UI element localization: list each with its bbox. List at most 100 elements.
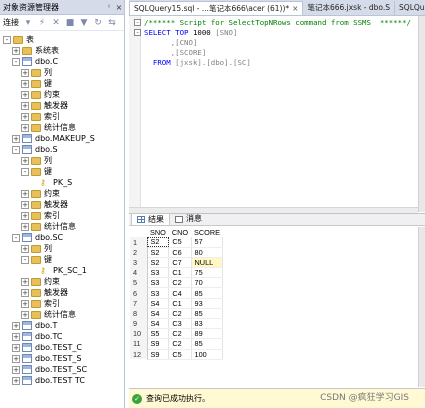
tree-node[interactable]: + 约束 — [0, 276, 60, 287]
table-cell[interactable]: 80 — [191, 247, 224, 258]
expand-icon[interactable]: + — [21, 244, 29, 253]
table-cell[interactable]: 93 — [191, 298, 224, 309]
tree-node[interactable]: + 约束 — [0, 188, 60, 199]
expand-icon[interactable]: + — [21, 189, 29, 198]
expand-icon[interactable]: + — [12, 365, 20, 374]
tree-node[interactable]: + 触发器 — [0, 100, 68, 111]
collapse-icon[interactable]: - — [21, 255, 29, 264]
table-cell[interactable]: 85 — [191, 308, 224, 320]
tab-dbo-s[interactable]: 笔记本666.jxsk - dbo.S — [303, 1, 396, 15]
expand-icon[interactable]: + — [12, 343, 20, 352]
table-row[interactable]: 3 S2 C7 NULL — [130, 257, 224, 269]
table-cell[interactable]: 85 — [191, 338, 224, 350]
refresh-icon[interactable]: ↻ — [93, 18, 103, 28]
tree-node[interactable]: + 列 — [0, 243, 52, 254]
stop-icon[interactable]: ■ — [65, 18, 75, 28]
tree-node[interactable]: + dbo.TEST_S — [0, 353, 81, 364]
tree-node[interactable]: + dbo.TC — [0, 331, 62, 342]
editor-vertical-scrollbar[interactable] — [418, 16, 425, 212]
collapse-icon[interactable]: - — [21, 167, 29, 176]
tree-node[interactable]: ⚷ PK_S — [0, 177, 72, 188]
expand-icon[interactable]: + — [12, 376, 20, 385]
table-cell[interactable]: S9 — [147, 349, 170, 360]
sql-editor[interactable]: - - /****** Script for SelectTopNRows co… — [129, 16, 418, 212]
tree-node[interactable]: ⚷ PK_SC_1 — [0, 265, 87, 276]
tree-node[interactable]: + 索引 — [0, 298, 60, 309]
tree-node[interactable]: + 统计信息 — [0, 309, 76, 320]
table-row[interactable]: 4 S3 C1 75 — [130, 267, 224, 279]
close-icon[interactable]: × — [114, 3, 124, 12]
collapse-icon[interactable]: - — [3, 35, 11, 44]
expand-icon[interactable]: + — [21, 101, 29, 110]
results-vertical-scrollbar[interactable] — [418, 227, 425, 387]
table-cell[interactable]: C5 — [168, 349, 192, 360]
table-cell[interactable]: C3 — [168, 318, 192, 330]
column-header[interactable]: CNO — [168, 227, 192, 237]
expand-icon[interactable]: + — [12, 354, 20, 363]
table-row[interactable]: 1 S2 C5 57 — [130, 237, 224, 248]
close-icon[interactable]: × — [292, 4, 298, 13]
table-row[interactable]: 7 S4 C1 93 — [130, 298, 224, 309]
table-cell[interactable]: S5 — [147, 328, 170, 340]
table-row[interactable]: 12 S9 C5 100 — [130, 349, 224, 360]
results-grid[interactable]: SNO CNO SCORE 1 S2 C5 57 2 S2 C6 80 3 S2 C7 NULL 4 S3 C1… — [129, 227, 418, 387]
table-cell[interactable]: C1 — [168, 298, 192, 309]
table-cell[interactable]: C2 — [168, 328, 192, 340]
expand-icon[interactable]: + — [12, 46, 20, 55]
tree-node[interactable]: + dbo.TEST_SC — [0, 364, 87, 375]
expand-icon[interactable]: + — [21, 79, 29, 88]
connect-dropdown-icon[interactable]: ▾ — [23, 18, 33, 28]
fold-toggle-icon[interactable]: - — [134, 29, 141, 36]
tree-node[interactable]: + dbo.TEST TC — [0, 375, 85, 386]
tree-node[interactable]: - dbo.SC — [0, 232, 63, 243]
table-cell[interactable]: S3 — [147, 287, 170, 299]
expand-icon[interactable]: + — [21, 123, 29, 132]
expand-icon[interactable]: + — [21, 222, 29, 231]
tab-sqlquery10[interactable]: SQLQuery10.sql - ... — [395, 1, 425, 15]
table-cell[interactable]: S2 — [147, 247, 170, 258]
tree-node[interactable]: + 索引 — [0, 111, 60, 122]
table-cell[interactable]: S2 — [147, 237, 170, 248]
table-cell[interactable]: 89 — [191, 328, 224, 340]
table-row[interactable]: 10 S5 C2 89 — [130, 328, 224, 340]
tab-results[interactable]: 结果 — [131, 213, 170, 225]
table-cell[interactable]: NULL — [191, 257, 224, 269]
table-cell[interactable]: C4 — [168, 287, 192, 299]
collapse-icon[interactable]: - — [12, 57, 20, 66]
table-cell[interactable]: S3 — [147, 267, 170, 279]
tree-node[interactable]: + 触发器 — [0, 199, 68, 210]
disconnect-icon[interactable]: ✕ — [51, 18, 61, 28]
table-cell[interactable]: 100 — [191, 349, 224, 360]
table-cell[interactable]: C1 — [168, 267, 192, 279]
pin-icon[interactable]: ᴵ — [104, 3, 114, 12]
table-row[interactable]: 6 S3 C4 85 — [130, 287, 224, 299]
connect-button[interactable]: 连接 — [3, 17, 19, 28]
tree-node[interactable]: + 约束 — [0, 89, 60, 100]
tree-node[interactable]: - dbo.S — [0, 144, 58, 155]
tree-node[interactable]: + 触发器 — [0, 287, 68, 298]
collapse-icon[interactable]: - — [12, 145, 20, 154]
table-row[interactable]: 11 S9 C2 85 — [130, 338, 224, 350]
tab-messages[interactable]: 消息 — [170, 213, 207, 225]
sync-icon[interactable]: ⇆ — [107, 18, 117, 28]
filter-icon[interactable]: ▼ — [79, 18, 89, 28]
tree-node[interactable]: + 键 — [0, 78, 52, 89]
table-cell[interactable]: S2 — [147, 257, 170, 269]
table-cell[interactable]: C2 — [168, 338, 192, 350]
table-cell[interactable]: C2 — [168, 277, 192, 289]
table-cell[interactable]: S9 — [147, 338, 170, 350]
table-row[interactable]: 2 S2 C6 80 — [130, 247, 224, 258]
tree-node[interactable]: -表 — [0, 34, 34, 45]
table-cell[interactable]: 83 — [191, 318, 224, 330]
tree-node[interactable]: + 统计信息 — [0, 221, 76, 232]
tree-node[interactable]: + dbo.MAKEUP_S — [0, 133, 95, 144]
tree-node[interactable]: - dbo.C — [0, 56, 58, 67]
collapse-icon[interactable]: - — [12, 233, 20, 242]
expand-icon[interactable]: + — [12, 332, 20, 341]
table-cell[interactable]: S3 — [147, 277, 170, 289]
expand-icon[interactable]: + — [12, 134, 20, 143]
table-cell[interactable]: 85 — [191, 287, 224, 299]
expand-icon[interactable]: + — [12, 321, 20, 330]
table-cell[interactable]: C7 — [168, 257, 192, 269]
expand-icon[interactable]: + — [21, 156, 29, 165]
